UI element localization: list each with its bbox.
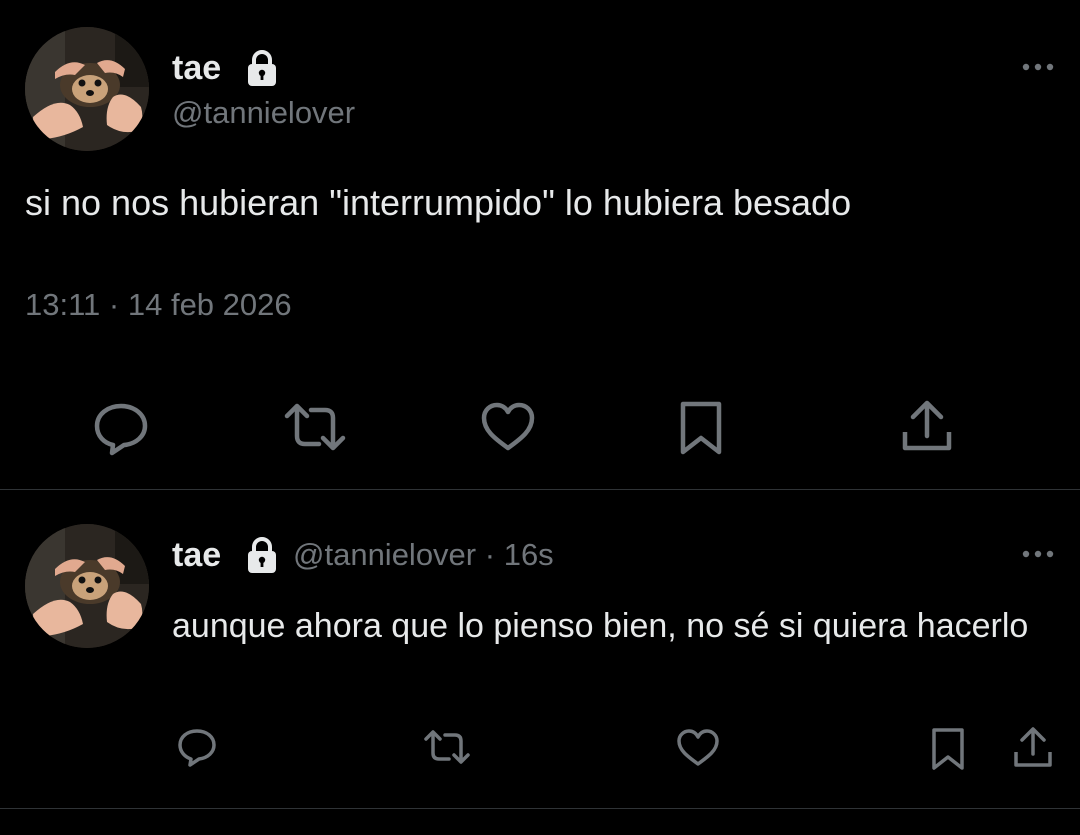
separator: · [484,537,496,572]
reply-icon [178,729,216,767]
reply-meta: @tannielover · 16s [293,537,554,573]
avatar[interactable] [25,27,149,151]
bookmark-button[interactable] [930,727,966,771]
bookmark-icon [932,728,964,770]
divider [0,808,1080,809]
handle[interactable]: @tannielover [293,537,476,572]
reply-button[interactable] [92,400,150,456]
more-icon[interactable] [1020,547,1056,561]
retweet-icon [284,403,346,451]
like-icon [677,729,719,766]
lock-icon [245,536,279,574]
tweet-time: 13:11 [25,287,101,322]
reply-text: aunque ahora que lo pienso bien, no sé s… [172,607,1029,645]
tweet-text: si no nos hubieran "interrumpido" lo hub… [25,182,852,223]
lock-icon [245,49,279,87]
retweet-button[interactable] [283,402,347,452]
handle[interactable]: @tannielover [172,95,355,131]
share-icon [1014,727,1052,767]
avatar-photo [25,524,149,648]
retweet-icon [424,730,470,764]
reply-age[interactable]: 16s [504,537,554,572]
bookmark-button[interactable] [678,400,724,456]
share-button[interactable] [900,398,954,456]
like-button[interactable] [676,729,720,767]
share-icon [902,400,952,451]
display-name[interactable]: tae [172,48,221,88]
separator: · [108,287,120,322]
reply-icon [94,403,148,456]
like-icon [481,402,535,451]
display-name[interactable]: tae [172,535,221,575]
more-icon[interactable] [1020,60,1056,74]
reply-button[interactable] [176,727,218,767]
share-button[interactable] [1012,726,1054,770]
retweet-button[interactable] [423,729,471,765]
bookmark-icon [680,401,722,455]
tweet-timestamp[interactable]: 13:11 · 14 feb 2026 [25,286,292,324]
like-button[interactable] [480,402,536,452]
divider [0,489,1080,490]
avatar[interactable] [25,524,149,648]
tweet-date: 14 feb 2026 [127,287,292,322]
avatar-photo [25,27,149,151]
